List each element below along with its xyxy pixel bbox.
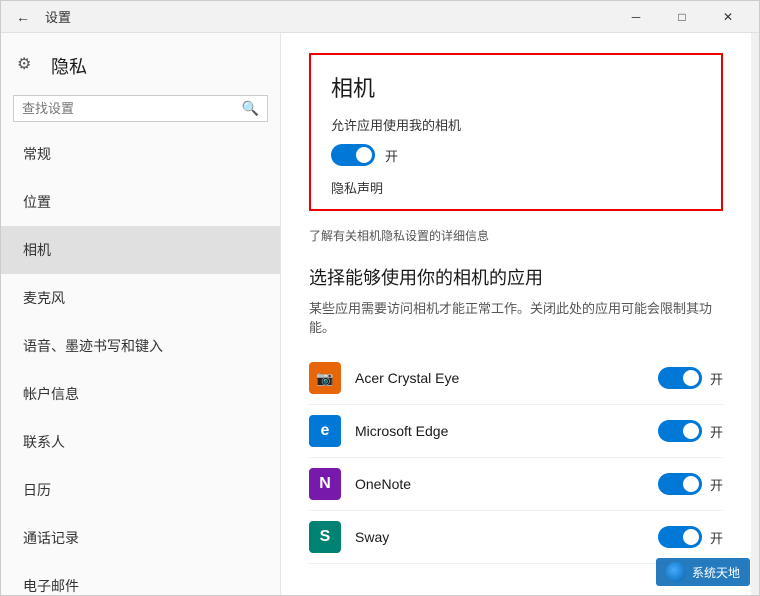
app-name-sway: Sway: [355, 529, 658, 545]
sidebar-header: ⚙ 隐私: [1, 41, 280, 95]
app-icon-acer: 📷: [309, 362, 341, 394]
app-name-edge: Microsoft Edge: [355, 423, 658, 439]
nav-item-calendar[interactable]: 日历: [1, 466, 280, 514]
camera-toggle[interactable]: [331, 144, 375, 166]
maximize-button[interactable]: □: [659, 1, 705, 33]
app-toggle-row-edge: 开: [658, 420, 723, 442]
nav-item-speech[interactable]: 语音、墨迹书写和键入: [1, 322, 280, 370]
scrollbar[interactable]: [751, 33, 759, 595]
nav-item-microphone[interactable]: 麦克风: [1, 274, 280, 322]
sidebar: ⚙ 隐私 🔍 常规位置相机麦克风语音、墨迹书写和键入帐户信息联系人日历通话记录电…: [1, 33, 281, 595]
app-icon-onenote: N: [309, 468, 341, 500]
nav-item-general[interactable]: 常规: [1, 130, 280, 178]
info-text: 了解有关相机隐私设置的详细信息: [309, 227, 723, 244]
content-area: ⚙ 隐私 🔍 常规位置相机麦克风语音、墨迹书写和键入帐户信息联系人日历通话记录电…: [1, 33, 759, 595]
app-item-edge: e Microsoft Edge 开: [309, 405, 723, 458]
window-controls: ─ □ ✕: [613, 1, 751, 33]
sidebar-title: 隐私: [51, 53, 87, 79]
privacy-link[interactable]: 隐私声明: [331, 178, 701, 197]
titlebar: ← 设置 ─ □ ✕: [1, 1, 759, 33]
search-box: 🔍: [13, 95, 268, 122]
app-toggle-row-sway: 开: [658, 526, 723, 548]
app-toggle-row-onenote: 开: [658, 473, 723, 495]
app-list: 📷 Acer Crystal Eye 开 e Microsoft Edge 开 N OneNo…: [309, 352, 723, 564]
nav-item-contacts[interactable]: 联系人: [1, 418, 280, 466]
privacy-icon: ⚙: [17, 54, 41, 78]
nav-item-email[interactable]: 电子邮件: [1, 562, 280, 595]
app-item-onenote: N OneNote 开: [309, 458, 723, 511]
window-title: 设置: [45, 7, 71, 26]
app-toggle-label-sway: 开: [710, 528, 723, 547]
app-toggle-label-edge: 开: [710, 422, 723, 441]
settings-window: ← 设置 ─ □ ✕ ⚙ 隐私 🔍 常规位置相机麦克风语音、墨迹书写和键入帐户信…: [0, 0, 760, 596]
app-item-sway: S Sway 开: [309, 511, 723, 564]
watermark: 系统天地: [656, 558, 750, 586]
camera-toggle-label: 开: [385, 146, 398, 165]
apps-section-note: 某些应用需要访问相机才能正常工作。关闭此处的应用可能会限制其功能。: [309, 298, 723, 336]
search-input[interactable]: [22, 101, 242, 116]
camera-section-title: 相机: [331, 71, 701, 103]
close-button[interactable]: ✕: [705, 1, 751, 33]
app-icon-edge: e: [309, 415, 341, 447]
app-toggle-acer[interactable]: [658, 367, 702, 389]
nav-item-camera[interactable]: 相机: [1, 226, 280, 274]
app-toggle-sway[interactable]: [658, 526, 702, 548]
app-name-onenote: OneNote: [355, 476, 658, 492]
search-icon: 🔍: [242, 100, 259, 117]
app-toggle-edge[interactable]: [658, 420, 702, 442]
app-item-acer: 📷 Acer Crystal Eye 开: [309, 352, 723, 405]
main-panel: 相机 允许应用使用我的相机 开 隐私声明 了解有关相机隐私设置的详细信息 选择能…: [281, 33, 751, 595]
app-name-acer: Acer Crystal Eye: [355, 370, 658, 386]
app-toggle-onenote[interactable]: [658, 473, 702, 495]
app-toggle-label-acer: 开: [710, 369, 723, 388]
app-toggle-label-onenote: 开: [710, 475, 723, 494]
nav-list: 常规位置相机麦克风语音、墨迹书写和键入帐户信息联系人日历通话记录电子邮件消息传送…: [1, 130, 280, 595]
camera-description: 允许应用使用我的相机: [331, 115, 701, 134]
globe-icon: [666, 562, 686, 582]
app-icon-sway: S: [309, 521, 341, 553]
watermark-text: 系统天地: [692, 564, 740, 581]
back-button[interactable]: ←: [9, 3, 37, 31]
apps-section-title: 选择能够使用你的相机的应用: [309, 264, 723, 290]
minimize-button[interactable]: ─: [613, 1, 659, 33]
app-toggle-row-acer: 开: [658, 367, 723, 389]
camera-settings-box: 相机 允许应用使用我的相机 开 隐私声明: [309, 53, 723, 211]
nav-item-location[interactable]: 位置: [1, 178, 280, 226]
nav-item-call_history[interactable]: 通话记录: [1, 514, 280, 562]
camera-toggle-row: 开: [331, 144, 701, 166]
nav-item-account[interactable]: 帐户信息: [1, 370, 280, 418]
